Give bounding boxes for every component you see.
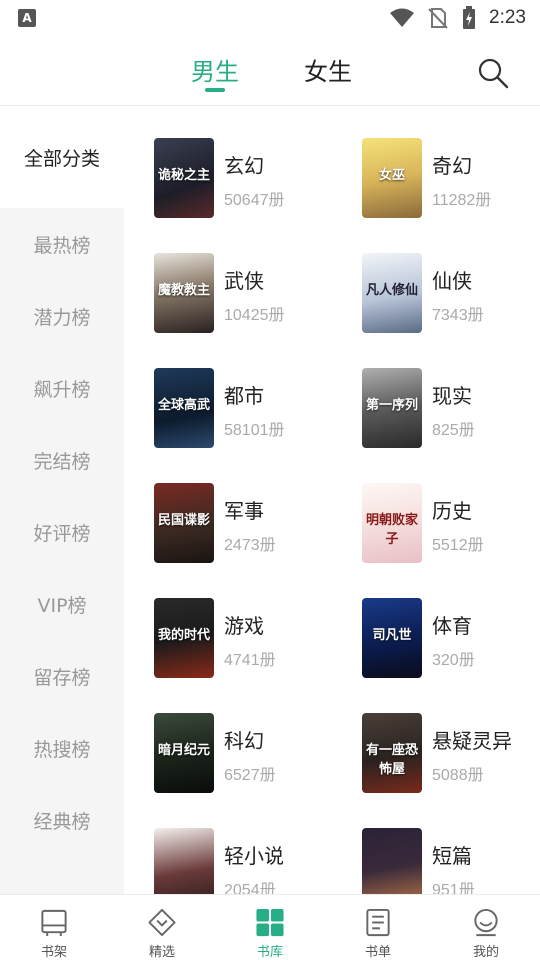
sidebar-item-all-categories[interactable]: 全部分类 xyxy=(0,107,124,208)
category-card[interactable]: 暗月纪元 科幻 6527册 xyxy=(124,713,324,795)
nav-label: 书架 xyxy=(40,945,67,960)
category-book-count: 58101册 xyxy=(224,422,285,439)
category-card[interactable]: 女巫 奇幻 11282册 xyxy=(332,138,532,220)
book-cover-image: 明朝败家子 xyxy=(362,483,422,563)
tab-female[interactable]: 女生 xyxy=(304,52,352,87)
category-name: 军事 xyxy=(224,499,264,523)
tab-active-indicator xyxy=(205,88,225,92)
nav-library[interactable]: 书库 xyxy=(216,895,324,960)
top-header: 男生 女生 xyxy=(0,36,540,106)
category-book-count: 7343册 xyxy=(432,307,484,324)
category-card[interactable]: 魔教教主 武侠 10425册 xyxy=(124,253,324,335)
wifi-icon xyxy=(390,8,415,27)
category-card[interactable]: 全球高武 都市 58101册 xyxy=(124,368,324,450)
category-book-count: 320册 xyxy=(432,652,475,669)
nav-featured[interactable]: 精选 xyxy=(108,895,216,960)
category-name: 悬疑灵异 xyxy=(432,729,512,753)
nav-booklist[interactable]: 书单 xyxy=(324,895,432,960)
book-cover-image: 女巫 xyxy=(362,138,422,218)
nav-bookshelf[interactable]: 书架 xyxy=(0,895,108,960)
sidebar-item-rising[interactable]: 飙升榜 xyxy=(0,352,124,424)
category-book-count: 5088册 xyxy=(432,767,484,784)
no-sim-icon xyxy=(428,8,448,29)
category-name: 玄幻 xyxy=(224,154,264,178)
category-name: 武侠 xyxy=(224,269,264,293)
category-card[interactable]: 民国谍影 军事 2473册 xyxy=(124,483,324,565)
status-bar: A 2:23 xyxy=(0,0,540,36)
category-name: 现实 xyxy=(432,384,472,408)
sidebar-item-top-rated[interactable]: 好评榜 xyxy=(0,496,124,568)
status-indicators: 2:23 xyxy=(389,6,526,30)
category-name: 历史 xyxy=(432,499,472,523)
category-grid: 诡秘之主 玄幻 50647册 女巫 奇幻 11282册 魔教教主 武侠 1042… xyxy=(124,107,540,894)
category-book-count: 2473册 xyxy=(224,537,276,554)
search-icon[interactable] xyxy=(476,56,510,90)
category-name: 体育 xyxy=(432,614,472,638)
category-book-count: 50647册 xyxy=(224,192,285,209)
category-card[interactable]: 我的时代 游戏 4741册 xyxy=(124,598,324,680)
category-book-count: 951册 xyxy=(432,882,475,894)
sidebar-item-vip[interactable]: VIP榜 xyxy=(0,568,124,640)
bookshelf-icon xyxy=(41,909,67,937)
category-card[interactable]: 明朝败家子 历史 5512册 xyxy=(332,483,532,565)
sidebar-item-hot-search[interactable]: 热搜榜 xyxy=(0,712,124,784)
category-card[interactable]: 凡人修仙 仙侠 7343册 xyxy=(332,253,532,335)
battery-charging-icon xyxy=(463,6,476,29)
status-time: 2:23 xyxy=(489,7,526,28)
bottom-navigation: 书架 精选 书库 书单 我的 xyxy=(0,894,540,960)
book-cover-image xyxy=(154,828,214,894)
book-cover-image: 暗月纪元 xyxy=(154,713,214,793)
book-cover-image: 民国谍影 xyxy=(154,483,214,563)
ranking-sidebar: 全部分类 最热榜 潜力榜 飙升榜 完结榜 好评榜 VIP榜 留存榜 热搜榜 经典… xyxy=(0,107,124,894)
nav-label: 精选 xyxy=(148,945,175,960)
category-book-count: 2054册 xyxy=(224,882,276,894)
category-name: 仙侠 xyxy=(432,269,472,293)
booklist-icon xyxy=(366,908,390,937)
book-cover-image: 司凡世 xyxy=(362,598,422,678)
category-name: 轻小说 xyxy=(224,844,284,868)
sidebar-item-completed[interactable]: 完结榜 xyxy=(0,424,124,496)
book-cover-image: 第一序列 xyxy=(362,368,422,448)
tab-male[interactable]: 男生 xyxy=(191,52,239,87)
grid-icon xyxy=(256,908,284,937)
category-name: 短篇 xyxy=(432,844,472,868)
book-cover-image: 凡人修仙 xyxy=(362,253,422,333)
nav-label: 书单 xyxy=(364,945,391,960)
profile-icon xyxy=(474,908,498,937)
category-card[interactable]: 短篇 951册 xyxy=(332,828,532,894)
category-book-count: 10425册 xyxy=(224,307,285,324)
category-card[interactable]: 轻小说 2054册 xyxy=(124,828,324,894)
book-cover-image: 我的时代 xyxy=(154,598,214,678)
category-name: 游戏 xyxy=(224,614,264,638)
category-name: 都市 xyxy=(224,384,264,408)
category-card[interactable]: 诡秘之主 玄幻 50647册 xyxy=(124,138,324,220)
category-book-count: 4741册 xyxy=(224,652,276,669)
category-card[interactable]: 有一座恐怖屋 悬疑灵异 5088册 xyxy=(332,713,532,795)
category-book-count: 825册 xyxy=(432,422,475,439)
book-cover-image: 有一座恐怖屋 xyxy=(362,713,422,793)
book-cover-image: 诡秘之主 xyxy=(154,138,214,218)
book-cover-image: 全球高武 xyxy=(154,368,214,448)
book-cover-image: 魔教教主 xyxy=(154,253,214,333)
category-book-count: 6527册 xyxy=(224,767,276,784)
category-card[interactable]: 司凡世 体育 320册 xyxy=(332,598,532,680)
category-name: 科幻 xyxy=(224,729,264,753)
nav-label: 我的 xyxy=(472,945,499,960)
book-cover-image xyxy=(362,828,422,894)
nav-profile[interactable]: 我的 xyxy=(432,895,540,960)
category-book-count: 11282册 xyxy=(432,192,492,209)
nav-label: 书库 xyxy=(256,945,283,960)
category-book-count: 5512册 xyxy=(432,537,484,554)
sidebar-item-classic[interactable]: 经典榜 xyxy=(0,784,124,856)
category-card[interactable]: 第一序列 现实 825册 xyxy=(332,368,532,450)
sidebar-item-hottest[interactable]: 最热榜 xyxy=(0,208,124,280)
diamond-icon xyxy=(148,908,176,937)
category-name: 奇幻 xyxy=(432,154,472,178)
sidebar-item-potential[interactable]: 潜力榜 xyxy=(0,280,124,352)
app-notification-icon: A xyxy=(18,9,36,27)
sidebar-item-retention[interactable]: 留存榜 xyxy=(0,640,124,712)
